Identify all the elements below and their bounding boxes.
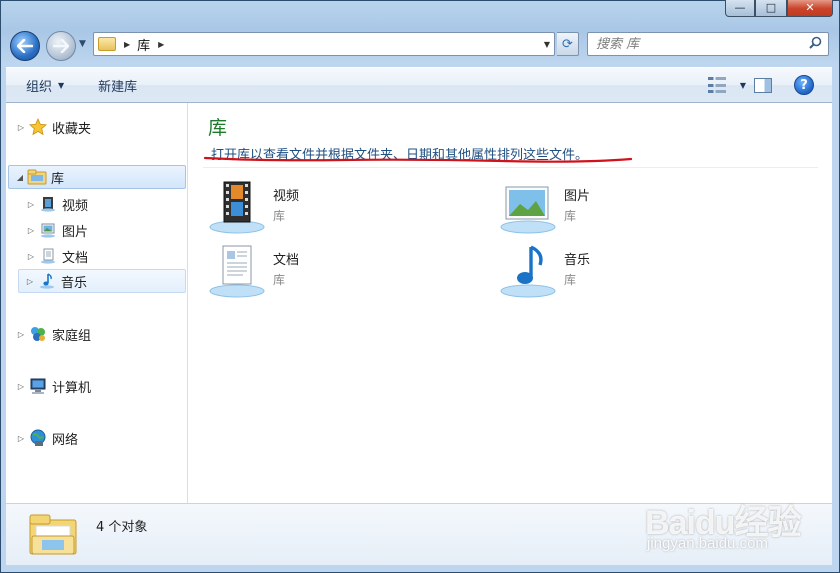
music-library-icon	[37, 272, 57, 290]
library-name: 视频	[273, 189, 300, 204]
library-type: 库	[564, 273, 577, 287]
library-folder-icon	[98, 37, 116, 51]
refresh-button[interactable]: ⟳	[557, 32, 579, 56]
new-library-button[interactable]: 新建库	[78, 76, 151, 95]
tree-item-label: 视频	[62, 198, 89, 214]
tree-item-label: 计算机	[52, 380, 92, 396]
expand-arrow-icon[interactable]: ▷	[14, 123, 28, 132]
expand-arrow-icon[interactable]: ▷	[14, 382, 28, 391]
video-library-icon	[209, 179, 267, 237]
tree-item-libraries[interactable]: ◢ 库	[8, 165, 186, 189]
details-pane: 4 个对象	[6, 503, 832, 565]
maximize-button[interactable]: □	[755, 0, 787, 17]
tree-item-music[interactable]: ▷ 音乐	[18, 269, 186, 293]
expand-arrow-icon[interactable]: ▷	[24, 252, 38, 261]
organize-button[interactable]: 组织 ▼	[6, 76, 78, 95]
computer-icon	[28, 377, 48, 395]
tree-item-documents[interactable]: ▷ 文档	[24, 244, 184, 268]
library-item-pictures[interactable]: 图片 库	[500, 179, 780, 239]
expand-arrow-icon[interactable]: ▷	[14, 330, 28, 339]
expand-arrow-icon[interactable]: ▷	[24, 200, 38, 209]
tree-item-favorites[interactable]: ▷ 收藏夹	[14, 115, 184, 139]
close-button[interactable]: ✕	[787, 0, 833, 17]
library-type: 库	[273, 273, 286, 287]
refresh-icon: ⟳	[562, 36, 573, 52]
forward-arrow-icon	[53, 39, 69, 53]
music-library-icon	[500, 243, 558, 301]
change-view-icon[interactable]	[708, 77, 726, 93]
picture-library-icon	[38, 221, 58, 239]
navigation-pane[interactable]: ▷ 收藏夹 ◢ 库 ▷ 视频 ▷ 图片 ▷ 文档 ▷ 音乐 ▷ 家庭组 ▷ 计算…	[6, 103, 188, 503]
library-item-music[interactable]: 音乐 库	[500, 243, 780, 303]
chevron-down-icon[interactable]: ▼	[740, 81, 746, 90]
item-count: 4 个对象	[96, 520, 148, 535]
tree-item-label: 网络	[52, 432, 79, 448]
tree-item-pictures[interactable]: ▷ 图片	[24, 218, 184, 242]
address-dropdown-icon[interactable]: ▼	[544, 40, 550, 49]
homegroup-icon	[28, 325, 48, 343]
tree-item-computer[interactable]: ▷ 计算机	[14, 374, 184, 398]
library-item-videos[interactable]: 视频 库	[209, 179, 489, 239]
preview-pane-icon[interactable]	[754, 78, 772, 93]
document-library-icon	[38, 247, 58, 265]
forward-button[interactable]	[46, 31, 76, 61]
expand-arrow-icon[interactable]: ▷	[14, 434, 28, 443]
network-icon	[28, 429, 48, 447]
tree-item-label: 收藏夹	[52, 121, 92, 137]
back-button[interactable]	[10, 31, 40, 61]
content-pane: 库 打开库以查看文件并根据文件夹、日期和其他属性排列这些文件。 视频 库 图片 …	[189, 103, 832, 503]
collapse-arrow-icon[interactable]: ◢	[13, 173, 27, 182]
library-name: 音乐	[564, 253, 591, 268]
help-icon[interactable]: ?	[794, 75, 814, 95]
explorer-window: — □ ✕ ▼ ▶ 库 ▶ ▼ ⟳ 搜索 库 组织 ▼ 新建库 ▼ ? ▷ 收藏…	[0, 0, 840, 573]
library-type: 库	[273, 209, 286, 223]
annotation-underline	[203, 156, 633, 163]
address-bar[interactable]: ▶ 库 ▶ ▼	[93, 32, 555, 56]
tree-item-label: 家庭组	[52, 328, 92, 344]
header-divider	[203, 167, 818, 168]
library-item-documents[interactable]: 文档 库	[209, 243, 489, 303]
chevron-down-icon: ▼	[58, 80, 65, 90]
library-name: 文档	[273, 253, 300, 268]
library-name: 图片	[564, 189, 591, 204]
navigation-bar: ▼ ▶ 库 ▶ ▼ ⟳	[1, 27, 839, 65]
expand-arrow-icon[interactable]: ▷	[24, 226, 38, 235]
tree-item-label: 图片	[62, 224, 89, 240]
recent-pages-dropdown-icon[interactable]: ▼	[79, 39, 86, 49]
picture-library-icon	[500, 179, 558, 237]
chevron-right-icon[interactable]: ▶	[158, 40, 164, 49]
library-type: 库	[564, 209, 577, 223]
document-library-icon	[209, 243, 267, 301]
search-input[interactable]	[596, 36, 796, 52]
tree-item-videos[interactable]: ▷ 视频	[24, 192, 184, 216]
expand-arrow-icon[interactable]: ▷	[23, 277, 37, 286]
tree-item-homegroup[interactable]: ▷ 家庭组	[14, 322, 184, 346]
video-library-icon	[38, 195, 58, 213]
favorites-star-icon	[28, 118, 48, 136]
organize-label: 组织	[26, 79, 53, 95]
main-area: ▷ 收藏夹 ◢ 库 ▷ 视频 ▷ 图片 ▷ 文档 ▷ 音乐 ▷ 家庭组 ▷ 计算…	[6, 103, 832, 503]
library-folder-icon	[27, 168, 47, 186]
breadcrumb-libraries[interactable]: 库	[137, 35, 150, 54]
tree-item-label: 音乐	[61, 275, 88, 291]
tree-item-label: 文档	[62, 250, 89, 266]
tree-item-label: 库	[51, 171, 65, 187]
minimize-button[interactable]: —	[725, 0, 755, 17]
page-title: 库	[208, 117, 228, 139]
tree-item-network[interactable]: ▷ 网络	[14, 426, 184, 450]
chevron-right-icon[interactable]: ▶	[124, 40, 130, 49]
library-folder-icon	[28, 512, 78, 558]
caption-buttons: — □ ✕	[725, 0, 833, 17]
search-icon[interactable]	[809, 36, 822, 53]
search-box[interactable]	[587, 32, 829, 56]
command-bar: 组织 ▼ 新建库 ▼ ?	[6, 67, 832, 103]
back-arrow-icon	[17, 39, 33, 53]
